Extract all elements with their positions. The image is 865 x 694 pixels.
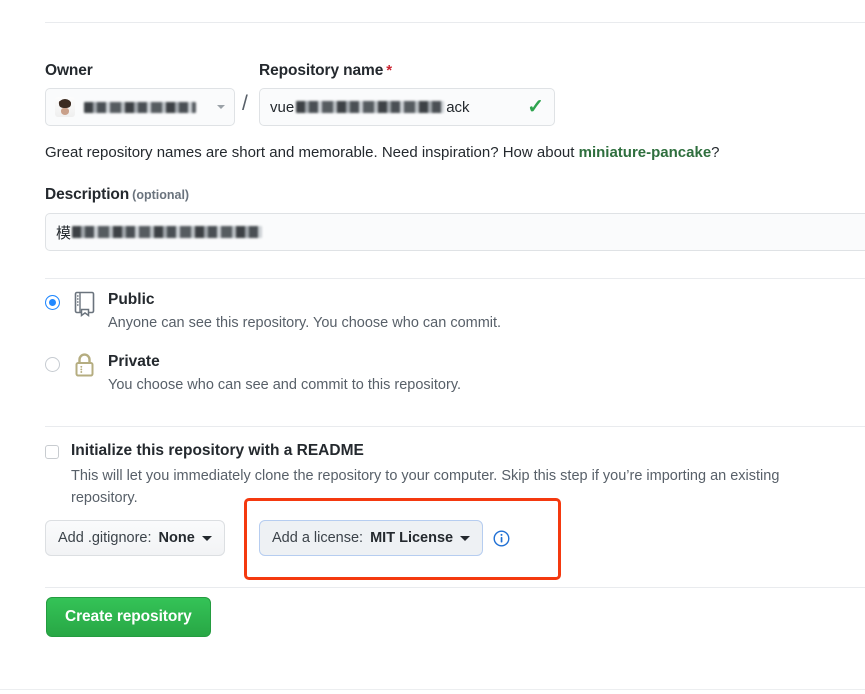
license-label: Add a license:: [272, 530, 364, 546]
description-input[interactable]: 模: [45, 213, 865, 251]
visibility-private-description: You choose who can see and commit to thi…: [108, 377, 462, 393]
divider-bottom: [0, 689, 865, 690]
initialize-readme-body: Initialize this repository with a README…: [71, 441, 835, 509]
visibility-public-description: Anyone can see this repository. You choo…: [108, 315, 502, 331]
owner-name-redacted: [84, 101, 196, 113]
gitignore-value: None: [158, 530, 195, 546]
checkbox-initialize-readme[interactable]: [45, 445, 59, 459]
owner-name-separator: /: [242, 92, 248, 115]
description-optional-note: (optional): [132, 188, 190, 202]
divider-after-options: [45, 587, 865, 588]
required-asterisk: *: [386, 62, 393, 79]
repository-name-hint: Great repository names are short and mem…: [45, 144, 720, 161]
license-value: MIT License: [370, 530, 454, 546]
divider-top: [45, 22, 865, 23]
description-value-redacted: [72, 226, 263, 238]
chevron-down-icon: [201, 535, 212, 541]
gitignore-dropdown[interactable]: Add .gitignore: None: [45, 520, 225, 556]
description-label: Description (optional): [45, 186, 189, 204]
repository-name-label-text: Repository name: [259, 62, 384, 79]
initialize-readme-row[interactable]: Initialize this repository with a README…: [45, 441, 835, 509]
visibility-public-body: Public Anyone can see this repository. Y…: [108, 290, 501, 333]
radio-public[interactable]: [45, 295, 60, 310]
repo-icon: [73, 290, 101, 322]
owner-avatar-icon: [55, 97, 75, 117]
divider-after-visibility: [45, 426, 865, 427]
owner-select[interactable]: [45, 88, 235, 126]
name-valid-check-icon: ✓: [527, 96, 544, 118]
divider-after-description: [45, 278, 865, 279]
visibility-private-title: Private: [108, 353, 160, 370]
description-value-prefix: 模: [56, 224, 72, 242]
repository-name-input[interactable]: vue ack ✓: [259, 88, 555, 126]
new-repository-form-page: Owner Repository name * / vue ack ✓ Great…: [0, 0, 865, 694]
visibility-private-body: Private You choose who can see and commi…: [108, 352, 461, 395]
create-repository-label: Create repository: [65, 608, 192, 625]
chevron-down-icon: [460, 535, 471, 541]
gitignore-label: Add .gitignore:: [58, 530, 152, 546]
initialize-readme-description: This will let you immediately clone the …: [71, 468, 780, 506]
repository-name-label: Repository name *: [259, 62, 392, 80]
chevron-down-icon: [217, 105, 225, 109]
hint-text-after: ?: [711, 144, 720, 161]
hint-text-before: Great repository names are short and mem…: [45, 144, 579, 161]
owner-label: Owner: [45, 62, 93, 79]
create-repository-button[interactable]: Create repository: [46, 597, 211, 637]
repository-name-value-prefix: vue: [270, 98, 295, 116]
visibility-option-public[interactable]: Public Anyone can see this repository. Y…: [45, 290, 501, 333]
repository-name-redacted: [296, 101, 445, 113]
initialize-readme-title: Initialize this repository with a README: [71, 442, 364, 459]
license-dropdown[interactable]: Add a license: MIT License: [259, 520, 484, 556]
repository-name-value-suffix: ack: [446, 98, 470, 116]
info-icon[interactable]: [493, 530, 510, 547]
lock-icon: [73, 352, 101, 384]
description-label-text: Description: [45, 186, 130, 203]
radio-private[interactable]: [45, 357, 60, 372]
visibility-option-private[interactable]: Private You choose who can see and commi…: [45, 352, 461, 395]
visibility-public-title: Public: [108, 291, 155, 308]
suggested-name-link[interactable]: miniature-pancake: [579, 144, 712, 161]
